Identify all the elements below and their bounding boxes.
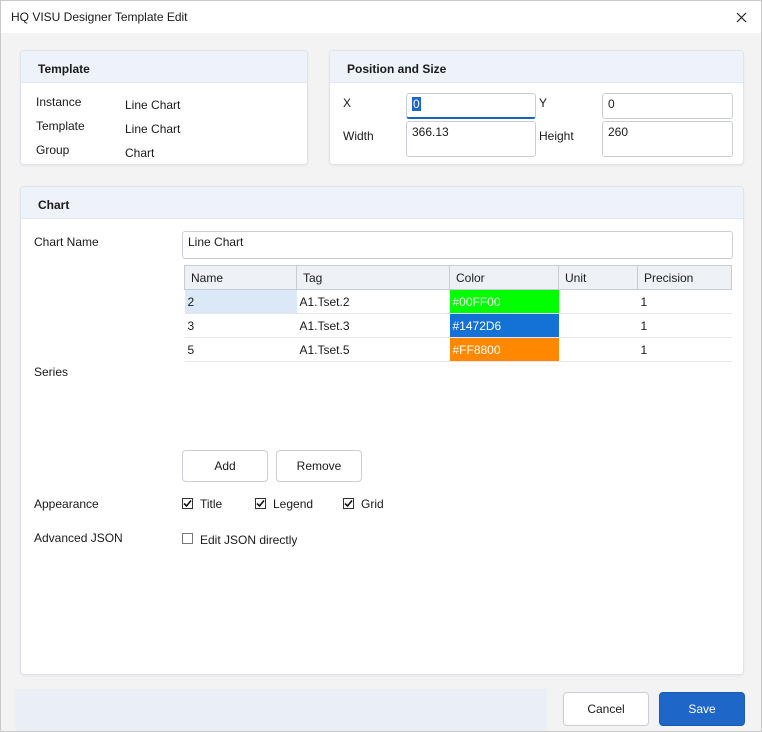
chart-name-input[interactable]: Line Chart <box>182 231 733 259</box>
appearance-label: Appearance <box>34 497 99 511</box>
series-color-cell[interactable]: #1472D6 <box>449 313 559 338</box>
x-input[interactable]: 0 <box>406 93 536 119</box>
chart-name-label: Chart Name <box>34 235 99 249</box>
cancel-button[interactable]: Cancel <box>563 692 649 726</box>
grid-checkbox-label[interactable]: Grid <box>361 497 384 511</box>
table-row[interactable]: 2 A1.Tset.2 #00FF00 1 <box>184 289 732 314</box>
column-header-tag[interactable]: Tag <box>296 265 450 290</box>
checkmark-icon <box>183 500 192 508</box>
series-unit-cell[interactable] <box>558 337 638 362</box>
add-series-button[interactable]: Add <box>182 450 268 482</box>
footer-bar <box>15 689 547 731</box>
series-color-cell[interactable]: #FF8800 <box>449 337 559 362</box>
series-tag-cell[interactable]: A1.Tset.3 <box>296 313 450 338</box>
series-color-cell[interactable]: #00FF00 <box>449 289 559 314</box>
advanced-json-label: Advanced JSON <box>34 531 123 545</box>
group-value: Chart <box>125 146 155 160</box>
chart-panel-title: Chart <box>38 198 70 212</box>
series-tag-cell[interactable]: A1.Tset.5 <box>296 337 450 362</box>
close-button[interactable] <box>721 1 761 33</box>
instance-value: Line Chart <box>125 98 181 112</box>
table-row[interactable]: 5 A1.Tset.5 #FF8800 1 <box>184 337 732 362</box>
series-unit-cell[interactable] <box>558 313 638 338</box>
table-row[interactable]: 3 A1.Tset.3 #1472D6 1 <box>184 313 732 338</box>
title-bar: HQ VISU Designer Template Edit <box>1 1 761 33</box>
x-label: X <box>343 96 352 110</box>
height-input[interactable]: 260 <box>602 121 733 157</box>
width-input[interactable]: 366.13 <box>406 121 536 157</box>
legend-checkbox[interactable] <box>255 498 266 509</box>
position-panel-title: Position and Size <box>347 62 447 76</box>
series-unit-cell[interactable] <box>558 289 638 314</box>
title-checkbox-label[interactable]: Title <box>200 497 222 511</box>
series-precision-cell[interactable]: 1 <box>637 337 732 362</box>
window-title: HQ VISU Designer Template Edit <box>11 10 188 24</box>
template-panel-header: Template <box>21 51 307 83</box>
grid-checkbox[interactable] <box>343 498 354 509</box>
edit-json-checkbox-label[interactable]: Edit JSON directly <box>200 533 297 547</box>
template-panel: Template Instance Line Chart Template Li… <box>20 50 308 165</box>
group-label: Group <box>36 143 70 157</box>
column-header-name[interactable]: Name <box>184 265 297 290</box>
column-header-precision[interactable]: Precision <box>637 265 732 290</box>
series-precision-cell[interactable]: 1 <box>637 313 732 338</box>
position-panel-header: Position and Size <box>330 51 743 83</box>
width-label: Width <box>343 129 374 143</box>
y-label: Y <box>539 96 548 110</box>
close-icon <box>736 12 746 22</box>
template-value: Line Chart <box>125 122 181 136</box>
chart-panel: Chart Chart Name Line Chart Name Tag Col… <box>20 186 744 675</box>
series-table: Name Tag Color Unit Precision 2 A1.Tset.… <box>184 265 732 362</box>
position-panel: Position and Size X 0 Y 0 Width 366.13 H… <box>329 50 744 165</box>
x-input-value: 0 <box>412 97 421 111</box>
dialog-window: HQ VISU Designer Template Edit Template … <box>0 0 762 732</box>
series-name-cell[interactable]: 3 <box>184 313 297 338</box>
checkmark-icon <box>344 500 353 508</box>
template-panel-title: Template <box>38 62 90 76</box>
chart-panel-header: Chart <box>21 187 743 219</box>
remove-series-button[interactable]: Remove <box>276 450 362 482</box>
save-button[interactable]: Save <box>659 692 745 726</box>
column-header-unit[interactable]: Unit <box>558 265 638 290</box>
column-header-color[interactable]: Color <box>449 265 559 290</box>
legend-checkbox-label[interactable]: Legend <box>273 497 313 511</box>
series-header-row: Name Tag Color Unit Precision <box>184 265 732 290</box>
edit-json-checkbox[interactable] <box>182 533 193 544</box>
instance-label: Instance <box>36 95 82 109</box>
checkmark-icon <box>256 500 265 508</box>
series-name-cell[interactable]: 5 <box>184 337 297 362</box>
series-tag-cell[interactable]: A1.Tset.2 <box>296 289 450 314</box>
series-label: Series <box>34 365 69 379</box>
height-label: Height <box>539 129 574 143</box>
template-label: Template <box>36 119 85 133</box>
y-input[interactable]: 0 <box>602 93 733 119</box>
series-precision-cell[interactable]: 1 <box>637 289 732 314</box>
title-checkbox[interactable] <box>182 498 193 509</box>
series-name-cell[interactable]: 2 <box>184 289 297 314</box>
